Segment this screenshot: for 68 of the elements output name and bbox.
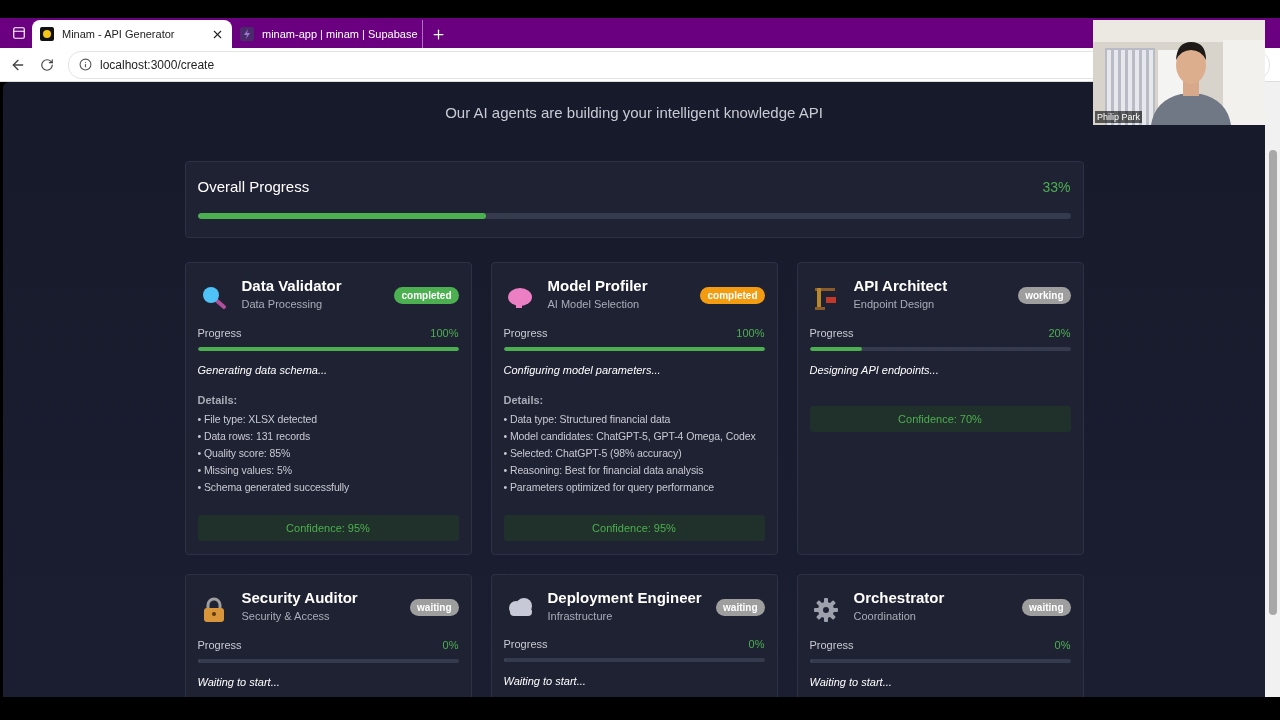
magnifier-icon [200, 285, 227, 311]
status-badge: completed [700, 287, 765, 304]
bolt-icon [240, 27, 254, 41]
confidence-box: Confidence: 95% [503, 515, 765, 541]
activity-text: Generating data schema... [197, 364, 329, 376]
activity-text: Waiting to start... [197, 676, 281, 688]
activity-text: Waiting to start... [503, 675, 587, 687]
activity-text: Waiting to start... [809, 676, 893, 688]
gear-icon [812, 597, 839, 623]
activity-text: Configuring model parameters... [503, 364, 662, 376]
agent-name: Deployment Engineer [547, 589, 703, 606]
progress-value: 0% [748, 638, 765, 650]
tab-title: Minam - API Generator [62, 28, 176, 40]
participant-name: Philip Park [1095, 111, 1143, 123]
status-badge: working [1018, 287, 1071, 304]
browser-tab[interactable]: Minam - API Generator [32, 20, 232, 48]
status-badge: completed [394, 287, 459, 304]
agent-name: Orchestrator [853, 589, 946, 606]
overall-label: Overall Progress [197, 178, 310, 195]
agent-name: Data Validator [241, 277, 343, 294]
activity-text: Designing API endpoints... [809, 364, 940, 376]
agent-role: Data Processing [241, 298, 324, 310]
detail-item: • Reasoning: Best for financial data analysis [503, 464, 705, 476]
status-badge: waiting [716, 599, 765, 616]
agent-role: Coordination [853, 610, 917, 622]
detail-item: • Model candidates: ChatGPT-5, GPT-4 Omega, Codex [503, 430, 757, 442]
crane-icon [812, 285, 839, 311]
progress-label: Progress [503, 638, 548, 650]
address-text: localhost:3000/create [100, 57, 215, 72]
status-badge: waiting [410, 599, 459, 616]
details-label: Details: [503, 394, 545, 406]
detail-item: • Schema generated successfully [197, 481, 351, 493]
progress-label: Progress [197, 327, 242, 339]
reload-icon[interactable] [40, 57, 54, 72]
page-subtitle: Our AI agents are building your intelligent knowledge API [445, 104, 823, 121]
agent-role: Security & Access [241, 610, 331, 622]
detail-item: • Missing values: 5% [197, 464, 293, 476]
confidence-box: Confidence: 70% [809, 406, 1071, 432]
detail-item: • File type: XLSX detected [197, 413, 319, 425]
progress-value: 0% [1054, 639, 1071, 651]
tab-title: minam-app | minam | Supabase [262, 28, 418, 40]
agent-role: Infrastructure [547, 610, 614, 622]
details-label: Details: [197, 394, 239, 406]
status-badge: waiting [1022, 599, 1071, 616]
new-tab-icon[interactable] [431, 26, 446, 42]
agent-name: Model Profiler [547, 277, 649, 294]
progress-label: Progress [809, 327, 854, 339]
progress-label: Progress [503, 327, 548, 339]
progress-value: 100% [736, 327, 765, 339]
confidence-box: Confidence: 95% [197, 515, 459, 541]
progress-value: 100% [430, 327, 459, 339]
agent-name: Security Auditor [241, 589, 359, 606]
agent-name: API Architect [853, 277, 949, 294]
overall-value: 33% [1042, 178, 1071, 195]
detail-item: • Data rows: 131 records [197, 430, 312, 442]
detail-item: • Data type: Structured financial data [503, 413, 672, 425]
detail-item: • Quality score: 85% [197, 447, 292, 459]
info-icon[interactable] [79, 58, 92, 71]
browser-tab[interactable]: minam-app | minam | Supabase [232, 20, 422, 48]
progress-value: 20% [1048, 327, 1071, 339]
progress-value: 0% [442, 639, 459, 651]
agent-role: Endpoint Design [853, 298, 936, 310]
progress-label: Progress [809, 639, 854, 651]
detail-item: • Parameters optimized for query performance [503, 481, 716, 493]
progress-label: Progress [197, 639, 242, 651]
scrollbar-thumb[interactable] [1268, 150, 1277, 615]
agent-role: AI Model Selection [547, 298, 641, 310]
detail-item: • Selected: ChatGPT-5 (98% accuracy) [503, 447, 683, 459]
